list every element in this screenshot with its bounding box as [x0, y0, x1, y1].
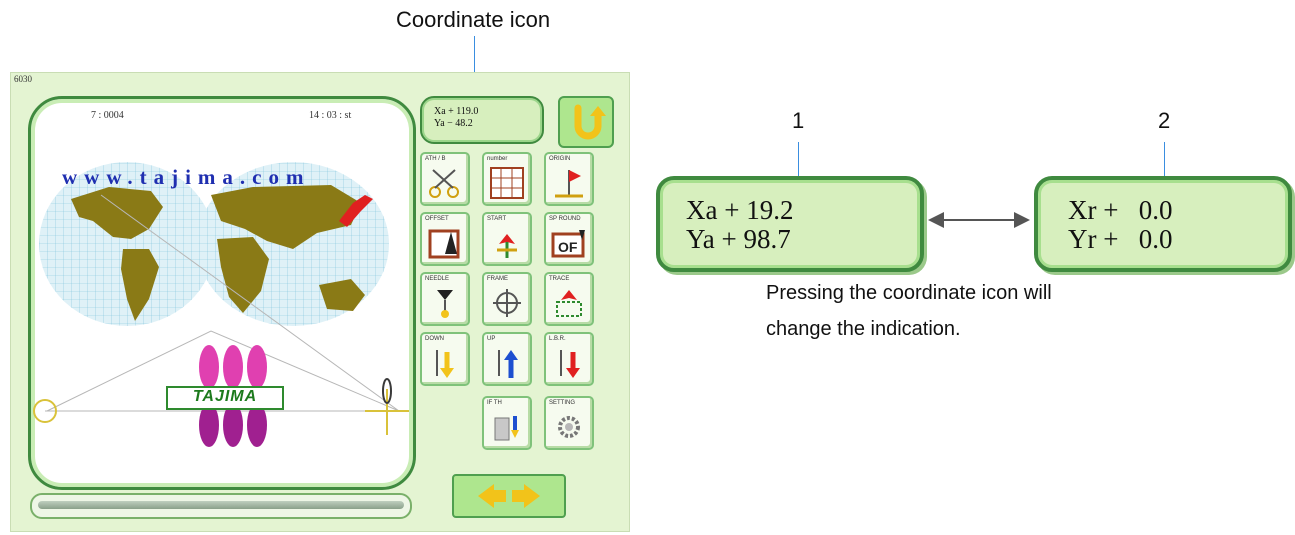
button-label: IF TH — [487, 400, 502, 406]
frame-button[interactable]: FRAME — [482, 272, 532, 326]
keypad-icon — [490, 167, 524, 199]
up-button[interactable]: UP — [482, 332, 532, 386]
arrow-down-icon — [436, 350, 454, 378]
button-label: START — [487, 216, 507, 222]
world-map-design — [33, 162, 409, 447]
button-label: UP — [487, 336, 496, 342]
crosshair-icon — [493, 289, 521, 317]
relative-coordinate-panel: Xr + 0.0 Yr + 0.0 — [1034, 176, 1292, 272]
return-arrow-icon — [574, 104, 606, 140]
if-th-button[interactable]: IF TH — [482, 396, 532, 450]
button-label: NEEDLE — [425, 276, 450, 282]
progress-track — [38, 501, 404, 509]
button-label: ORIGIN — [549, 156, 571, 162]
left-arrow-icon — [478, 484, 506, 508]
double-headed-arrow-icon — [928, 212, 1030, 228]
button-label: L.B.R. — [549, 336, 566, 342]
lbr-button[interactable]: L.B.R. — [544, 332, 594, 386]
button-label: OFFSET — [425, 216, 449, 222]
left-right-arrows-icon — [478, 484, 540, 508]
needle-crosshair — [365, 389, 409, 435]
svg-text:OF: OF — [558, 239, 578, 255]
explanation-line-1: Pressing the coordinate icon will — [766, 282, 1052, 304]
explanation-line-2: change the indication. — [766, 318, 961, 340]
coordinate-icon-caption: Coordinate icon — [396, 7, 551, 32]
arrow-up-icon — [498, 350, 518, 378]
absolute-coordinate-panel: Xa + 19.2 Ya + 98.7 — [656, 176, 924, 272]
logo-leaf — [223, 345, 243, 389]
return-button[interactable] — [558, 96, 614, 148]
design-canvas[interactable]: 7 : 0004 14 : 03 : st TAJIMA — [28, 96, 416, 490]
button-label: ATH / B — [425, 156, 446, 162]
start-button[interactable]: START — [482, 212, 532, 266]
coord-line-y: Ya − 48.2 — [434, 118, 473, 129]
coordinate-icon-button[interactable]: Xa + 119.0 Ya − 48.2 — [420, 96, 544, 144]
absolute-y: Ya + 98.7 — [686, 224, 791, 254]
down-button[interactable]: DOWN — [420, 332, 470, 386]
screen-id: 6030 — [14, 74, 32, 84]
logo-leaf — [199, 345, 219, 389]
scissors-icon — [429, 169, 459, 198]
button-label: number — [487, 156, 508, 162]
logo-leaf — [247, 345, 267, 389]
marker-1: 1 — [792, 108, 805, 133]
sp-round-button[interactable]: SP ROUND OF — [544, 212, 594, 266]
progress-bar[interactable] — [30, 493, 412, 519]
setting-button[interactable]: SETTING — [544, 396, 594, 450]
right-arrow-icon — [512, 484, 540, 508]
needle-drop-icon — [437, 290, 453, 318]
button-label: DOWN — [425, 336, 444, 342]
number-button[interactable]: number — [482, 152, 532, 206]
off-toggle-icon: OF — [551, 230, 585, 258]
trace-flower-icon — [556, 290, 582, 317]
arrow-down-red-icon — [560, 350, 580, 378]
needle-button[interactable]: NEEDLE — [420, 272, 470, 326]
trace-button[interactable]: TRACE — [544, 272, 594, 326]
flag-icon — [555, 170, 583, 198]
origin-button[interactable]: ORIGIN — [544, 152, 594, 206]
button-label: SETTING — [549, 400, 576, 406]
relative-x: Xr + 0.0 — [1068, 195, 1173, 225]
thread-spool-icon — [494, 416, 519, 441]
coord-line-x: Xa + 119.0 — [434, 106, 479, 117]
offset-frame-icon — [428, 229, 460, 259]
offset-button[interactable]: OFFSET — [420, 212, 470, 266]
start-flower-icon — [497, 234, 517, 258]
button-label: SP ROUND — [549, 216, 581, 222]
marker-2: 2 — [1158, 108, 1171, 133]
button-label: TRACE — [549, 276, 570, 282]
tajima-logo-text: TAJIMA — [192, 388, 258, 405]
gear-icon — [558, 416, 580, 438]
absolute-x: Xa + 19.2 — [686, 195, 794, 225]
website-text: www.tajima.com — [62, 165, 311, 189]
page-arrows-button[interactable] — [452, 474, 566, 518]
ath-button[interactable]: ATH / B — [420, 152, 470, 206]
relative-y: Yr + 0.0 — [1068, 224, 1173, 254]
button-label: FRAME — [487, 276, 508, 282]
